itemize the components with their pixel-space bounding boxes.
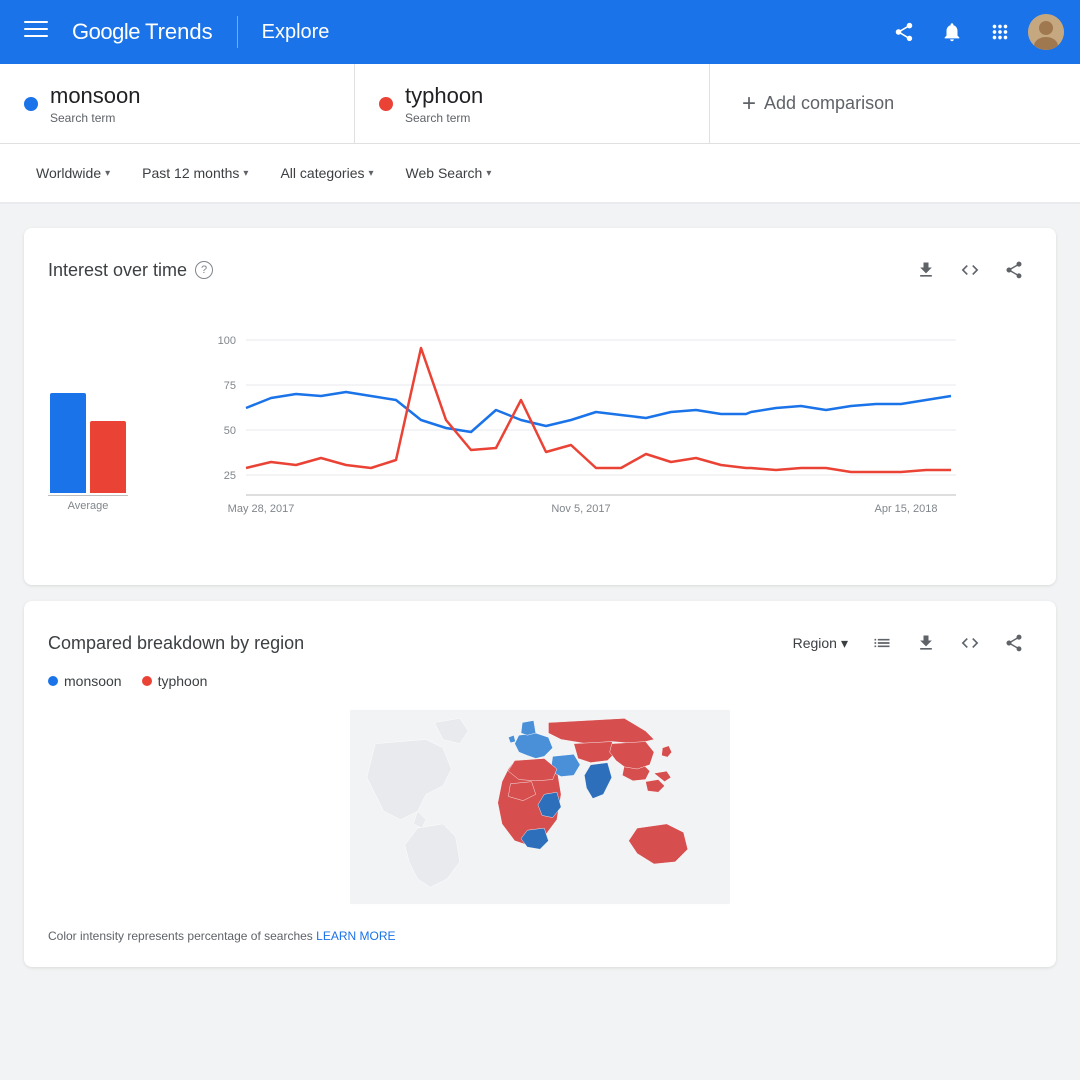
svg-text:50: 50 [224,425,236,437]
monsoon-legend-label: monsoon [64,673,122,689]
category-filter[interactable]: All categories ▾ [268,157,385,189]
region-legend: monsoon typhoon [48,673,1032,689]
help-icon[interactable]: ? [195,261,213,279]
share-region-button[interactable] [996,625,1032,661]
typhoon-info: typhoon Search term [405,83,483,125]
category-label: All categories [280,165,364,181]
svg-text:100: 100 [218,335,236,347]
typhoon-legend-label: typhoon [158,673,208,689]
category-arrow: ▾ [369,168,374,179]
search-type-filter[interactable]: Web Search ▾ [394,157,504,189]
search-type-arrow: ▾ [486,168,491,179]
legend-typhoon: typhoon [142,673,208,689]
region-label: Worldwide [36,165,101,181]
list-view-button[interactable] [864,625,900,661]
color-intensity-note: Color intensity represents percentage of… [48,929,1032,943]
region-dropdown[interactable]: Region ▾ [785,631,856,656]
card-header-interest: Interest over time ? [48,252,1032,288]
share-interest-button[interactable] [996,252,1032,288]
svg-text:25: 25 [224,470,236,482]
monsoon-info: monsoon Search term [50,83,141,125]
search-type-label: Web Search [406,165,483,181]
search-term-typhoon[interactable]: typhoon Search term [355,64,710,143]
monsoon-legend-dot [48,676,58,686]
menu-icon[interactable] [16,9,56,55]
time-label: Past 12 months [142,165,239,181]
apps-icon[interactable] [980,12,1020,52]
header-divider [237,16,238,48]
typhoon-type: Search term [405,111,483,125]
app-header: Google Trends Explore [0,0,1080,64]
world-map [350,697,730,917]
svg-text:May 28, 2017: May 28, 2017 [228,503,295,515]
monsoon-name: monsoon [50,83,141,109]
svg-text:75: 75 [224,380,236,392]
typhoon-name: typhoon [405,83,483,109]
card-title-interest: Interest over time ? [48,260,213,281]
download-button[interactable] [908,252,944,288]
avg-bar-red [90,421,126,493]
download-region-button[interactable] [908,625,944,661]
share-icon[interactable] [884,12,924,52]
search-bar: monsoon Search term typhoon Search term … [0,64,1080,144]
line-chart: 100 75 50 25 May 28, 2017 Nov 5, 2017 [140,320,1032,545]
legend-monsoon: monsoon [48,673,122,689]
main-content: Interest over time ? [0,204,1080,991]
monsoon-dot [24,97,38,111]
svg-text:Nov 5, 2017: Nov 5, 2017 [551,503,610,515]
region-selector: Region ▾ [785,625,1032,661]
notifications-icon[interactable] [932,12,972,52]
plus-icon: + [742,90,756,118]
add-comparison-button[interactable]: + Add comparison [710,64,1080,143]
region-title: Compared breakdown by region [48,633,304,654]
region-breakdown-card: Compared breakdown by region Region ▾ [24,601,1056,967]
svg-text:Apr 15, 2018: Apr 15, 2018 [875,503,938,515]
region-filter[interactable]: Worldwide ▾ [24,157,122,189]
world-map-container [48,697,1032,917]
explore-label: Explore [262,21,330,44]
region-arrow: ▾ [105,168,110,179]
time-arrow: ▾ [243,168,248,179]
typhoon-legend-dot [142,676,152,686]
add-comparison-label: Add comparison [764,93,894,114]
chart-container: Average 100 75 50 25 [48,304,1032,561]
region-header: Compared breakdown by region Region ▾ [48,625,1032,661]
app-logo: Google Trends [72,19,213,45]
avg-bar-blue [50,393,86,493]
learn-more-link[interactable]: LEARN MORE [316,929,395,943]
monsoon-type: Search term [50,111,141,125]
header-icons [884,12,1064,52]
search-term-monsoon[interactable]: monsoon Search term [0,64,355,143]
time-filter[interactable]: Past 12 months ▾ [130,157,260,189]
interest-over-time-card: Interest over time ? [24,228,1056,585]
typhoon-dot [379,97,393,111]
avg-label: Average [68,500,109,512]
card-actions-interest [908,252,1032,288]
filter-bar: Worldwide ▾ Past 12 months ▾ All categor… [0,144,1080,204]
user-avatar[interactable] [1028,14,1064,50]
embed-region-button[interactable] [952,625,988,661]
embed-button[interactable] [952,252,988,288]
